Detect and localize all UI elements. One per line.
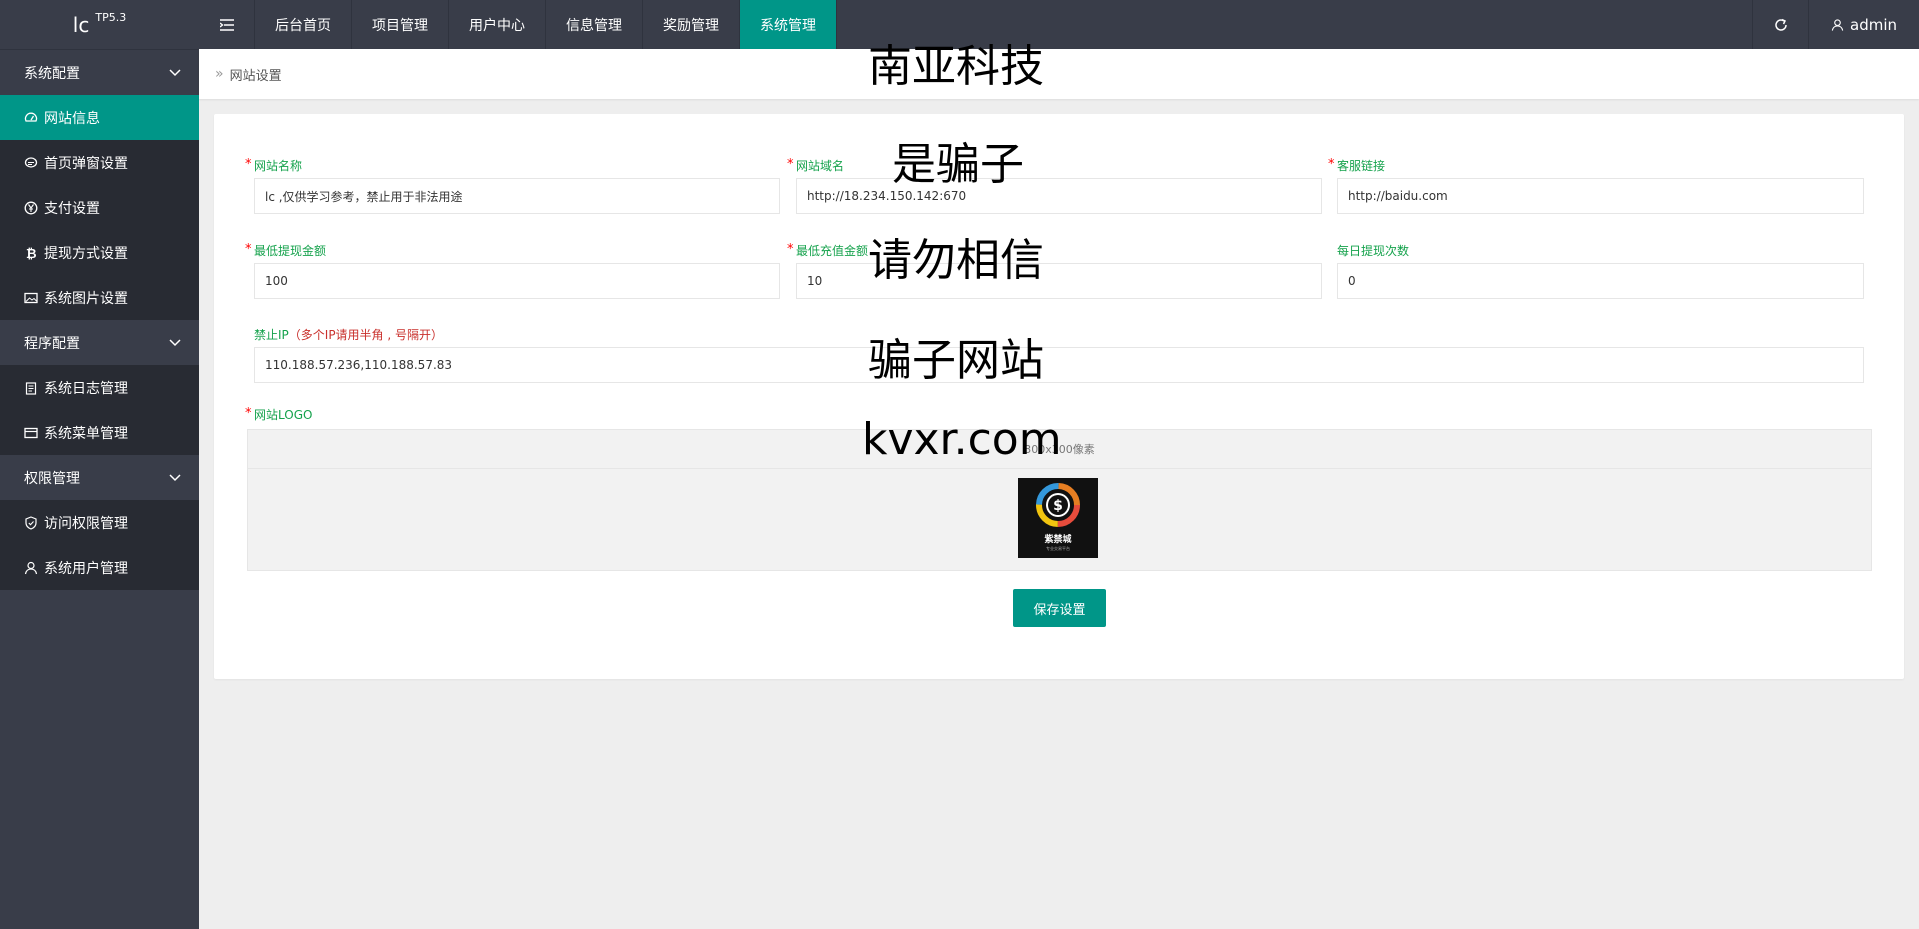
image-icon [24,291,38,305]
menu-toggle-button[interactable] [199,0,255,49]
sidebar-group-label: 系统配置 [24,65,80,82]
sidebar-item-label: 系统图片设置 [44,290,128,307]
sidebar-item-label: 系统菜单管理 [44,425,128,442]
sidebar-item-image-settings[interactable]: 系统图片设置 [0,275,199,320]
required-marker: * [787,157,794,172]
daily-withdraw-input[interactable]: 0 [1337,263,1864,299]
site-domain-label: 网站域名 [796,159,845,173]
watermark-line-3: 请勿相信 [868,235,1044,286]
clipboard-icon [24,381,38,395]
sidebar-item-label: 提现方式设置 [44,245,128,262]
settings-form: * 网站名称 lc ,仅供学习参考，禁止用于非法用途 * 网站域名 http://1… [214,114,1904,679]
required-marker: * [787,242,794,257]
site-domain-field: * 网站域名 http://18.234.150.142:670 [787,157,1322,214]
sidebar-item-label: 首页弹窗设置 [44,155,128,172]
sidebar-item-label: 系统日志管理 [44,380,128,397]
bitcoin-icon: ₿ [24,246,38,260]
min-withdraw-input[interactable]: 100 [254,263,780,299]
watermark-line-1: 南亚科技 [868,41,1044,92]
sidebar-group-label: 权限管理 [24,470,80,487]
dashboard-icon [24,111,38,125]
min-recharge-label: 最低充值金额 [796,244,869,258]
top-navbar: 后台首页 项目管理 用户中心 信息管理 奖励管理 系统管理 admin [199,0,1919,49]
site-name-field: * 网站名称 lc ,仅供学习参考，禁止用于非法用途 [245,157,780,214]
double-chevron-right-icon: » [215,66,224,82]
logo-preview-title: 紫禁城 [1044,535,1072,545]
service-link-field: * 客服链接 http://baidu.com [1328,157,1864,214]
watermark-line-5: kvxr.com [862,414,1062,465]
site-logo-label: 网站LOGO [254,408,313,422]
logo-text: lc [72,12,90,37]
nav-item-home[interactable]: 后台首页 [255,0,352,49]
min-withdraw-label: 最低提现金额 [254,244,327,258]
sidebar-item-withdraw-settings[interactable]: ₿ 提现方式设置 [0,230,199,275]
sidebar-item-system-log[interactable]: 系统日志管理 [0,365,199,410]
chat-icon [24,156,38,170]
sidebar-item-site-info[interactable]: 网站信息 [0,95,199,140]
sidebar-item-label: 系统用户管理 [44,560,128,577]
sidebar-group-permissions[interactable]: 权限管理 [0,455,199,500]
sidebar-item-popup-settings[interactable]: 首页弹窗设置 [0,140,199,185]
banned-ip-field: 禁止IP（多个IP请用半角 , 号隔开） 110.188.57.236,110.… [254,327,1864,383]
top-nav: 后台首页 项目管理 用户中心 信息管理 奖励管理 系统管理 [255,0,837,49]
window-icon [24,426,38,440]
chevron-down-icon [169,474,181,482]
svg-text:₿: ₿ [26,247,37,260]
service-link-input[interactable]: http://baidu.com [1337,178,1864,214]
refresh-icon [1774,18,1787,31]
watermark-line-4: 骗子网站 [868,335,1044,386]
sidebar-item-access-permissions[interactable]: 访问权限管理 [0,500,199,545]
breadcrumb-current[interactable]: 网站设置 [230,65,282,84]
logo-preview-image[interactable]: $ 紫禁城 专业交易平台 [1018,478,1098,558]
logo-preview-subtitle: 专业交易平台 [1046,546,1070,551]
required-marker: * [245,242,252,257]
daily-withdraw-label: 每日提现次数 [1337,244,1410,258]
banned-ip-input[interactable]: 110.188.57.236,110.188.57.83 [254,347,1864,383]
chevron-down-icon [169,339,181,347]
sidebar-group-program-config[interactable]: 程序配置 [0,320,199,365]
sidebar-item-label: 支付设置 [44,200,100,217]
sidebar-item-label: 访问权限管理 [44,515,128,532]
required-marker: * [245,157,252,172]
chevron-down-icon [169,69,181,77]
sidebar-group-label: 程序配置 [24,335,80,352]
breadcrumb: » 网站设置 [199,49,1919,99]
banned-ip-note: （多个IP请用半角 , 号隔开） [288,328,444,342]
user-menu[interactable]: admin [1809,0,1919,49]
sidebar-item-label: 网站信息 [44,110,100,127]
nav-item-system[interactable]: 系统管理 [740,0,837,49]
username: admin [1850,15,1897,34]
sidebar: lc TP5.3 系统配置 网站信息 首页弹窗设置 支付设置 ₿ 提现方式设置 … [0,0,199,929]
site-name-input[interactable]: lc ,仅供学习参考，禁止用于非法用途 [254,178,780,214]
nav-item-projects[interactable]: 项目管理 [352,0,449,49]
site-name-label: 网站名称 [254,159,303,173]
save-settings-button[interactable]: 保存设置 [1013,589,1106,627]
sidebar-item-system-users[interactable]: 系统用户管理 [0,545,199,590]
sidebar-item-payment-settings[interactable]: 支付设置 [0,185,199,230]
site-domain-input[interactable]: http://18.234.150.142:670 [796,178,1322,214]
menu-toggle-icon [219,18,234,31]
daily-withdraw-field: 每日提现次数 0 [1337,243,1864,299]
version-label: TP5.3 [95,11,127,24]
shield-icon [24,515,38,530]
nav-item-users[interactable]: 用户中心 [449,0,546,49]
sidebar-group-system-config[interactable]: 系统配置 [0,50,199,95]
nav-item-rewards[interactable]: 奖励管理 [643,0,740,49]
user-icon [1831,18,1844,31]
required-marker: * [245,406,252,421]
app-logo[interactable]: lc TP5.3 [0,0,199,50]
svg-text:$: $ [1053,498,1063,514]
watermark-line-2: 是骗子 [892,139,1024,190]
yen-icon [24,201,38,215]
service-link-label: 客服链接 [1337,159,1386,173]
site-logo-field: * 网站LOGO [245,406,554,423]
refresh-button[interactable] [1752,0,1809,49]
required-marker: * [1328,157,1335,172]
sidebar-item-system-menu[interactable]: 系统菜单管理 [0,410,199,455]
banned-ip-label: 禁止IP [254,328,289,342]
nav-item-info[interactable]: 信息管理 [546,0,643,49]
min-withdraw-field: * 最低提现金额 100 [245,242,780,299]
user-icon [24,561,38,575]
